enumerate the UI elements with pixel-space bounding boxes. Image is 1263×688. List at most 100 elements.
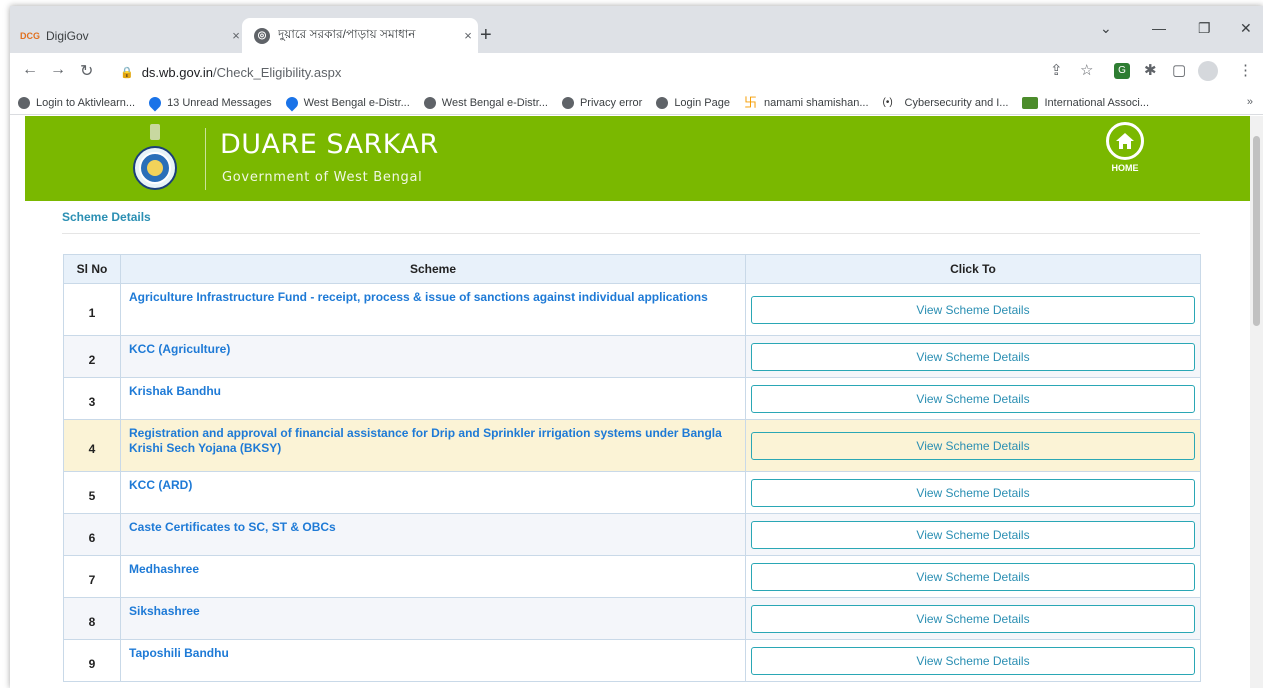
- bookmarks-overflow-icon[interactable]: »: [1247, 96, 1253, 108]
- scheme-link[interactable]: Caste Certificates to SC, ST & OBCs: [120, 513, 746, 556]
- table-row: 9 Taposhili Bandhu View Scheme Details: [63, 639, 1201, 682]
- row-sl: 8: [63, 597, 121, 640]
- globe-icon: [656, 96, 669, 109]
- lock-icon[interactable]: 🔒: [120, 66, 134, 79]
- action-cell: View Scheme Details: [745, 597, 1201, 640]
- row-sl: 2: [63, 335, 121, 378]
- west-bengal-emblem-icon: [133, 124, 177, 190]
- close-window-icon[interactable]: ✕: [1240, 20, 1252, 37]
- forward-icon[interactable]: →: [50, 61, 66, 79]
- view-scheme-details-button[interactable]: View Scheme Details: [751, 562, 1195, 591]
- column-header-action: Click To: [745, 254, 1201, 284]
- bookmarks-bar: Login to Aktivlearn... 13 Unread Message…: [10, 91, 1263, 115]
- extensions-puzzle-icon[interactable]: ✱: [1144, 61, 1157, 79]
- bookmark-item[interactable]: 卐 namami shamishan...: [743, 94, 869, 110]
- bookmark-item[interactable]: West Bengal e-Distr...: [283, 94, 410, 111]
- url-path: /Check_Eligibility.aspx: [213, 64, 342, 80]
- action-cell: View Scheme Details: [745, 471, 1201, 514]
- view-scheme-details-button[interactable]: View Scheme Details: [751, 646, 1195, 675]
- row-sl: 3: [63, 377, 121, 420]
- action-cell: View Scheme Details: [745, 335, 1201, 378]
- address-bar[interactable]: 🔒 ds.wb.gov.in /Check_Eligibility.aspx: [120, 58, 1020, 86]
- action-cell: View Scheme Details: [745, 419, 1201, 472]
- action-cell: View Scheme Details: [745, 639, 1201, 682]
- row-sl: 1: [63, 283, 121, 336]
- drop-icon: [146, 94, 164, 111]
- table-row: 1 Agriculture Infrastructure Fund - rece…: [63, 283, 1201, 336]
- row-sl: 4: [63, 419, 121, 472]
- tab-strip: DCG DigiGov × ◎ দুয়ারে সরকার/পাড়ায় সম…: [10, 6, 1263, 53]
- scheme-link[interactable]: Registration and approval of financial a…: [120, 419, 746, 472]
- column-header-sl: Sl No: [63, 254, 121, 284]
- table-row: 3 Krishak Bandhu View Scheme Details: [63, 377, 1201, 420]
- association-icon: [1022, 96, 1039, 109]
- scheme-link[interactable]: KCC (ARD): [120, 471, 746, 514]
- bookmark-item[interactable]: 13 Unread Messages: [146, 94, 272, 111]
- scheme-link[interactable]: KCC (Agriculture): [120, 335, 746, 378]
- bookmark-star-icon[interactable]: ☆: [1080, 61, 1093, 79]
- globe-icon: [423, 96, 436, 109]
- row-sl: 7: [63, 555, 121, 598]
- scheme-link[interactable]: Sikshashree: [120, 597, 746, 640]
- home-label: HOME: [1111, 163, 1139, 173]
- view-scheme-details-button[interactable]: View Scheme Details: [751, 384, 1195, 413]
- home-button[interactable]: HOME: [1103, 122, 1147, 173]
- tab-digigov[interactable]: DCG DigiGov ×: [10, 18, 246, 53]
- tab-title: দুয়ারে সরকার/পাড়ায় সমাধান: [278, 26, 416, 41]
- cyber-icon: (•): [882, 96, 893, 108]
- view-scheme-details-button[interactable]: View Scheme Details: [751, 431, 1195, 460]
- action-cell: View Scheme Details: [745, 283, 1201, 336]
- view-scheme-details-button[interactable]: View Scheme Details: [751, 295, 1195, 324]
- url-host: ds.wb.gov.in: [141, 64, 213, 80]
- row-sl: 5: [63, 471, 121, 514]
- view-scheme-details-button[interactable]: View Scheme Details: [751, 478, 1195, 507]
- view-scheme-details-button[interactable]: View Scheme Details: [751, 342, 1195, 371]
- bookmark-item[interactable]: West Bengal e-Distr...: [423, 96, 548, 109]
- globe-icon: ◎: [254, 27, 270, 44]
- tab-search-icon[interactable]: ⌄: [1100, 20, 1112, 37]
- bookmark-item[interactable]: International Associ...: [1022, 96, 1149, 109]
- bookmark-item[interactable]: Privacy error: [561, 96, 642, 109]
- back-icon[interactable]: ←: [22, 61, 38, 79]
- swastika-icon: 卐: [743, 94, 757, 110]
- view-scheme-details-button[interactable]: View Scheme Details: [751, 520, 1195, 549]
- browser-window: DCG DigiGov × ◎ দুয়ারে সরকার/পাড়ায় সম…: [10, 6, 1263, 688]
- toolbar: ← → ↻ 🔒 ds.wb.gov.in /Check_Eligibility.…: [10, 53, 1263, 91]
- extension-icon[interactable]: G: [1114, 63, 1130, 79]
- digigov-icon: DCG: [20, 30, 40, 41]
- row-sl: 6: [63, 513, 121, 556]
- action-cell: View Scheme Details: [745, 513, 1201, 556]
- tab-duare-sarkar[interactable]: ◎ দুয়ারে সরকার/পাড়ায় সমাধান ×: [242, 18, 478, 53]
- bookmark-item[interactable]: Login to Aktivlearn...: [18, 96, 135, 109]
- scrollbar-thumb[interactable]: [1253, 136, 1260, 326]
- scheme-link[interactable]: Krishak Bandhu: [120, 377, 746, 420]
- share-icon[interactable]: ⇪: [1050, 61, 1063, 79]
- table-row-highlighted: 4 Registration and approval of financial…: [63, 419, 1201, 472]
- home-icon: [1106, 122, 1144, 160]
- table-row: 6 Caste Certificates to SC, ST & OBCs Vi…: [63, 513, 1201, 556]
- new-tab-button[interactable]: +: [480, 24, 492, 47]
- restore-icon[interactable]: ❐: [1198, 20, 1211, 37]
- minimize-icon[interactable]: —: [1152, 20, 1166, 36]
- menu-dots-icon[interactable]: ⋮: [1238, 61, 1253, 79]
- scheme-link[interactable]: Taposhili Bandhu: [120, 639, 746, 682]
- profile-avatar-icon[interactable]: [1198, 61, 1218, 81]
- scheme-link[interactable]: Medhashree: [120, 555, 746, 598]
- bookmark-item[interactable]: Login Page: [656, 96, 730, 109]
- drop-icon: [283, 94, 301, 111]
- section-title: Scheme Details: [62, 210, 151, 224]
- page-scrollbar[interactable]: [1250, 116, 1263, 688]
- site-title: DUARE SARKAR: [220, 129, 439, 160]
- site-subtitle: Government of West Bengal: [222, 170, 423, 185]
- view-scheme-details-button[interactable]: View Scheme Details: [751, 604, 1195, 633]
- close-tab-icon[interactable]: ×: [458, 28, 478, 43]
- page-content: DUARE SARKAR Government of West Bengal H…: [10, 116, 1250, 688]
- table-row: 2 KCC (Agriculture) View Scheme Details: [63, 335, 1201, 378]
- globe-icon: [18, 96, 30, 109]
- side-panel-icon[interactable]: ▢: [1172, 61, 1186, 79]
- table-header-row: Sl No Scheme Click To: [63, 254, 1201, 284]
- bookmark-item[interactable]: (•) Cybersecurity and I...: [883, 97, 1009, 109]
- scheme-link[interactable]: Agriculture Infrastructure Fund - receip…: [120, 283, 746, 336]
- reload-icon[interactable]: ↻: [80, 61, 93, 81]
- globe-icon: [561, 96, 574, 109]
